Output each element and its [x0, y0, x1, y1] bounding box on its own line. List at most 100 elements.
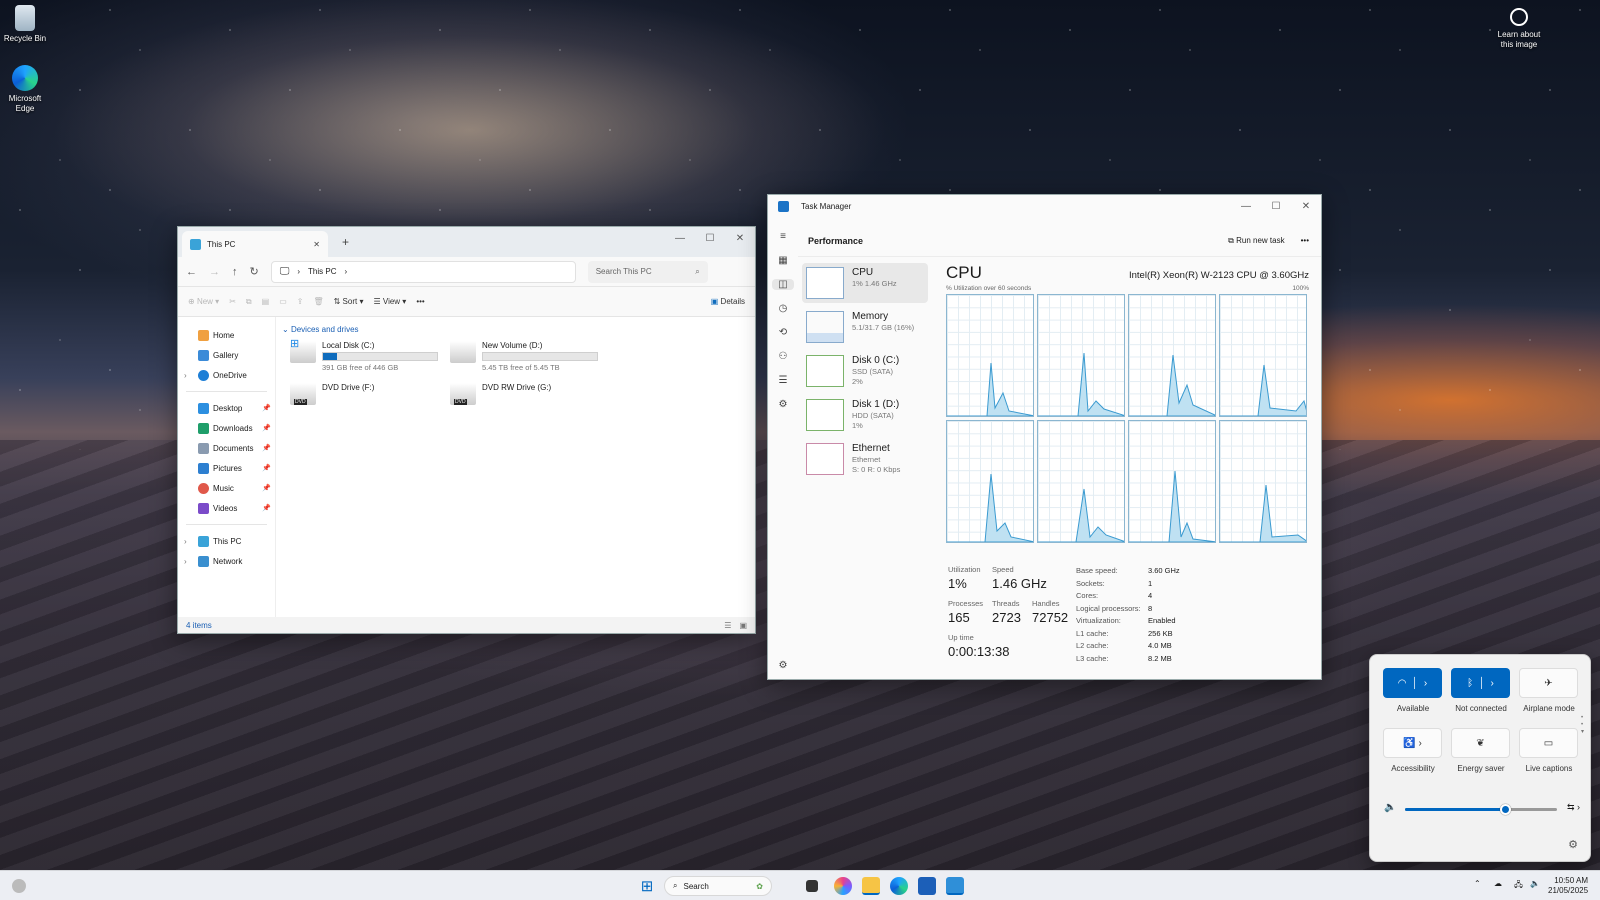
rename-icon[interactable]: ▭	[279, 297, 287, 306]
details-icon[interactable]: ☰	[779, 375, 788, 386]
energy-saver-toggle[interactable]: ❦	[1451, 728, 1510, 758]
chevron-right-icon[interactable]: ›	[184, 557, 187, 566]
settings-gear-icon[interactable]: ⚙	[1568, 838, 1578, 851]
volume-slider[interactable]	[1405, 804, 1557, 815]
drive-dvd-rw-g[interactable]: DVD DVD RW Drive (G:)	[450, 383, 551, 405]
up-icon[interactable]: ↑	[232, 266, 238, 278]
services-icon[interactable]: ⚙	[779, 399, 788, 410]
task-manager-taskbar-icon[interactable]	[946, 877, 964, 895]
close-icon[interactable]: ✕	[725, 227, 755, 249]
pin-icon[interactable]: 📌	[262, 404, 271, 412]
tab-this-pc[interactable]: This PC ✕	[182, 231, 328, 257]
accessibility-toggle[interactable]: ♿ ›	[1383, 728, 1442, 758]
minimize-icon[interactable]: —	[1231, 195, 1261, 217]
processes-icon[interactable]: ▦	[778, 255, 787, 266]
refresh-icon[interactable]: ↻	[250, 265, 259, 278]
paste-icon[interactable]: ▤	[262, 297, 270, 306]
cut-icon[interactable]: ✂	[229, 297, 236, 306]
resource-ethernet[interactable]: Ethernet Ethernet S: 0 R: 0 Kbps	[802, 439, 928, 479]
volume-thumb[interactable]	[1500, 804, 1512, 815]
more-options-icon[interactable]: •••	[416, 297, 424, 306]
store-icon[interactable]	[918, 877, 936, 895]
section-devices-and-drives[interactable]: ⌄ Devices and drives	[282, 325, 359, 334]
nav-network[interactable]: › Network	[178, 551, 275, 571]
tiles-view-icon[interactable]: ▣	[739, 621, 747, 630]
chevron-up-icon[interactable]: ⌃	[1474, 879, 1481, 888]
file-explorer-taskbar-icon[interactable]	[862, 877, 880, 895]
bluetooth-toggle[interactable]: ᛒ │ ›	[1451, 668, 1510, 698]
close-icon[interactable]: ✕	[1291, 195, 1321, 217]
chevron-right-icon[interactable]: ›	[1491, 678, 1494, 689]
task-view-icon[interactable]	[806, 880, 818, 892]
taskbar-search[interactable]: ⌕ Search ✿	[664, 876, 772, 896]
page-dots[interactable]: • • ▾	[1581, 715, 1584, 736]
delete-icon[interactable]: 🗑	[313, 297, 323, 306]
edge-taskbar-icon[interactable]	[890, 877, 908, 895]
chevron-right-icon[interactable]: ›	[1424, 678, 1427, 689]
nav-gallery[interactable]: Gallery	[178, 345, 275, 365]
quick-videos[interactable]: Videos 📌	[178, 498, 275, 518]
widgets-icon[interactable]	[12, 879, 26, 893]
clock[interactable]: 10:50 AM 21/05/2025	[1548, 876, 1588, 896]
volume-icon[interactable]: 🔈	[1530, 879, 1540, 888]
chevron-right-icon[interactable]: ›	[344, 267, 347, 276]
onedrive-icon[interactable]: ☁	[1494, 879, 1502, 888]
chevron-right-icon[interactable]: ›	[184, 371, 187, 380]
start-button[interactable]: ⊞	[638, 877, 656, 895]
resource-cpu[interactable]: CPU 1% 1.46 GHz	[802, 263, 928, 303]
resource-disk-0[interactable]: Disk 0 (C:) SSD (SATA) 2%	[802, 351, 928, 391]
pin-icon[interactable]: 📌	[262, 504, 271, 512]
more-options-icon[interactable]: •••	[1301, 236, 1309, 246]
pin-icon[interactable]: 📌	[262, 464, 271, 472]
resource-disk-1[interactable]: Disk 1 (D:) HDD (SATA) 1%	[802, 395, 928, 435]
users-icon[interactable]: ⚇	[779, 351, 788, 362]
quick-downloads[interactable]: Downloads 📌	[178, 418, 275, 438]
app-history-icon[interactable]: ◷	[779, 303, 788, 314]
forward-icon[interactable]: →	[209, 266, 220, 278]
pin-icon[interactable]: 📌	[262, 484, 271, 492]
list-view-icon[interactable]: ☰	[724, 621, 731, 630]
desktop-icon-recycle-bin[interactable]: Recycle Bin	[0, 5, 50, 44]
nav-onedrive[interactable]: › OneDrive	[178, 365, 275, 385]
maximize-icon[interactable]: ☐	[1261, 195, 1291, 217]
audio-output-icon[interactable]: ⇆ ›	[1567, 802, 1580, 813]
breadcrumb-this-pc[interactable]: This PC	[308, 267, 336, 276]
drive-dvd-f[interactable]: DVD DVD Drive (F:)	[290, 383, 374, 405]
speaker-icon[interactable]: 🔈	[1384, 802, 1396, 813]
close-tab-icon[interactable]: ✕	[313, 240, 320, 249]
pin-icon[interactable]: 📌	[262, 444, 271, 452]
minimize-icon[interactable]: —	[665, 227, 695, 249]
network-icon[interactable]: 🖧	[1514, 879, 1523, 893]
address-bar[interactable]: 🖵 › This PC ›	[270, 260, 576, 283]
settings-icon[interactable]: ⚙	[779, 660, 788, 671]
startup-apps-icon[interactable]: ⟲	[779, 327, 787, 338]
learn-about-image[interactable]: Learn about this image	[1491, 8, 1547, 50]
drive-new-volume-d[interactable]: New Volume (D:) 5.45 TB free of 5.45 TB	[450, 341, 598, 372]
desktop-icon-edge[interactable]: Microsoft Edge	[0, 65, 50, 114]
copy-icon[interactable]: ⧉	[246, 297, 252, 307]
quick-music[interactable]: Music 📌	[178, 478, 275, 498]
quick-documents[interactable]: Documents 📌	[178, 438, 275, 458]
hamburger-menu-icon[interactable]: ≡	[780, 231, 786, 242]
wifi-toggle[interactable]: ◠ │ ›	[1383, 668, 1442, 698]
details-button[interactable]: ▣ Details	[711, 297, 745, 306]
performance-icon[interactable]: ◫	[772, 279, 794, 290]
new-tab-button[interactable]: +	[342, 235, 349, 249]
maximize-icon[interactable]: ☐	[695, 227, 725, 249]
airplane-mode-toggle[interactable]: ✈	[1519, 668, 1578, 698]
view-button[interactable]: ☰ View ▾	[373, 297, 406, 306]
copilot-icon[interactable]	[834, 877, 852, 895]
quick-desktop[interactable]: Desktop 📌	[178, 398, 275, 418]
chevron-right-icon[interactable]: ›	[184, 537, 187, 546]
new-button[interactable]: ⊕ New ▾	[188, 297, 219, 306]
drive-local-c[interactable]: ⊞ Local Disk (C:) 391 GB free of 446 GB	[290, 338, 438, 372]
resource-memory[interactable]: Memory 5.1/31.7 GB (16%)	[802, 307, 928, 347]
live-captions-toggle[interactable]: ▭	[1519, 728, 1578, 758]
quick-pictures[interactable]: Pictures 📌	[178, 458, 275, 478]
search-input[interactable]: Search This PC ⌕	[587, 260, 708, 283]
share-icon[interactable]: ⇪	[297, 297, 304, 306]
sort-button[interactable]: ⇅ Sort ▾	[334, 297, 364, 306]
back-icon[interactable]: ←	[186, 266, 197, 278]
nav-home[interactable]: Home	[178, 325, 275, 345]
run-new-task-button[interactable]: ⧉ Run new task	[1228, 236, 1284, 246]
